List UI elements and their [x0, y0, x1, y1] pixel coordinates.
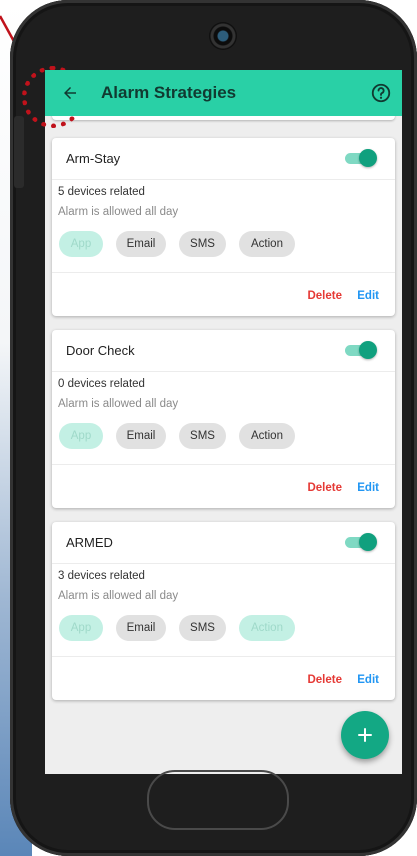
- devices-related: 5 devices related: [58, 186, 145, 198]
- delete-button[interactable]: Delete: [307, 482, 342, 494]
- edit-button[interactable]: Edit: [357, 674, 379, 686]
- chip-action[interactable]: Action: [239, 615, 295, 641]
- card-header: Arm-Stay: [52, 138, 395, 180]
- edit-button[interactable]: Edit: [357, 290, 379, 302]
- alarm-schedule: Alarm is allowed all day: [58, 590, 179, 602]
- chip-action[interactable]: Action: [239, 423, 295, 449]
- arrow-left-icon[interactable]: [61, 84, 79, 102]
- delete-button[interactable]: Delete: [307, 674, 342, 686]
- strategy-name: ARMED: [66, 535, 113, 550]
- plus-icon: [358, 728, 372, 742]
- channel-chips: App Email SMS Action: [59, 231, 295, 257]
- help-circle-icon[interactable]: [370, 82, 392, 104]
- phone-frame: Alarm Strategies Arm-Stay 5 devices rela…: [10, 0, 417, 856]
- strategy-toggle[interactable]: [345, 148, 377, 168]
- devices-related: 3 devices related: [58, 570, 145, 582]
- card-header: Door Check: [52, 330, 395, 372]
- app-bar: Alarm Strategies: [45, 70, 402, 116]
- chip-action[interactable]: Action: [239, 231, 295, 257]
- chip-sms[interactable]: SMS: [179, 423, 226, 449]
- edit-button[interactable]: Edit: [357, 482, 379, 494]
- devices-related: 0 devices related: [58, 378, 145, 390]
- app-screen: Alarm Strategies Arm-Stay 5 devices rela…: [45, 70, 402, 774]
- card-actions: Delete Edit: [52, 656, 395, 701]
- strategy-name: Door Check: [66, 343, 135, 358]
- strategy-card: Door Check 0 devices related Alarm is al…: [52, 330, 395, 508]
- page-title: Alarm Strategies: [101, 83, 237, 102]
- alarm-schedule: Alarm is allowed all day: [58, 206, 179, 218]
- strategy-toggle[interactable]: [345, 532, 377, 552]
- card-actions: Delete Edit: [52, 464, 395, 509]
- card-actions: Delete Edit: [52, 272, 395, 317]
- camera-icon: [209, 22, 237, 50]
- strategy-name: Arm-Stay: [66, 151, 121, 166]
- chip-sms[interactable]: SMS: [179, 231, 226, 257]
- chip-sms[interactable]: SMS: [179, 615, 226, 641]
- home-button[interactable]: [147, 770, 289, 830]
- alarm-schedule: Alarm is allowed all day: [58, 398, 179, 410]
- add-strategy-button[interactable]: [341, 711, 389, 759]
- chip-email[interactable]: Email: [116, 231, 166, 257]
- strategy-card: Arm-Stay 5 devices related Alarm is allo…: [52, 138, 395, 316]
- strategy-toggle[interactable]: [345, 340, 377, 360]
- channel-chips: App Email SMS Action: [59, 615, 295, 641]
- delete-button[interactable]: Delete: [307, 290, 342, 302]
- chip-email[interactable]: Email: [116, 615, 166, 641]
- chip-app[interactable]: App: [59, 231, 103, 257]
- chip-email[interactable]: Email: [116, 423, 166, 449]
- strategy-card: ARMED 3 devices related Alarm is allowed…: [52, 522, 395, 700]
- channel-chips: App Email SMS Action: [59, 423, 295, 449]
- card-header: ARMED: [52, 522, 395, 564]
- chip-app[interactable]: App: [59, 423, 103, 449]
- chip-app[interactable]: App: [59, 615, 103, 641]
- side-button: [14, 116, 24, 188]
